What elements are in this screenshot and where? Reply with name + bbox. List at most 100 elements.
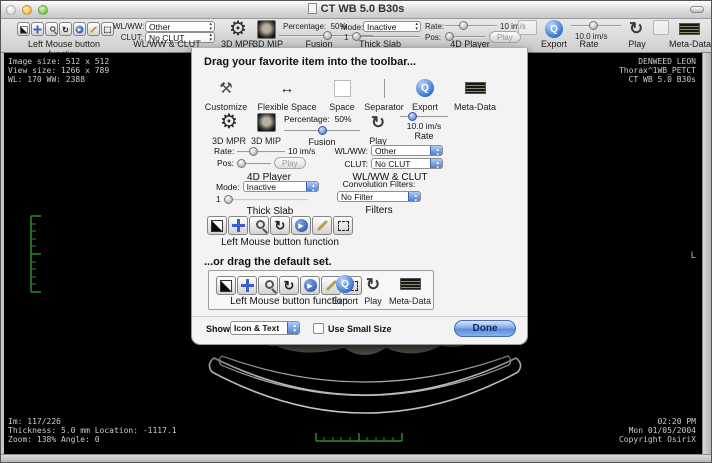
zoom-tool-button[interactable] (258, 276, 278, 295)
player4d-rate-label: Rate: (425, 22, 444, 31)
rate-slider[interactable] (571, 21, 621, 30)
gear-icon: ⚙ (229, 18, 247, 40)
thickslab-mode-popup[interactable]: Inactive (363, 21, 421, 32)
overlay-bottom-left: Im: 117/226Thickness: 5.0 mm Location: -… (8, 417, 177, 444)
length-tool-button[interactable] (312, 216, 332, 235)
rotate-tool-button[interactable]: ↻ (279, 276, 299, 295)
magnifier-icon (252, 218, 267, 233)
length-tool-button[interactable] (87, 22, 100, 36)
show-popup[interactable]: Icon & Text (230, 321, 300, 335)
zoom-tool-button[interactable] (249, 216, 269, 235)
player4d-play-button[interactable]: Play (274, 157, 306, 169)
move-icon (231, 218, 246, 233)
magnifier-icon (261, 278, 276, 293)
selection-tool-button[interactable] (333, 216, 353, 235)
mip-button[interactable] (257, 20, 276, 39)
play-circle-icon: ▶ (303, 278, 318, 293)
thickslab-slider-thumb[interactable] (224, 195, 233, 204)
gear-icon: ⚙ (220, 112, 238, 132)
cine-tool-button[interactable]: ▶ (300, 276, 320, 295)
use-small-size-label: Use Small Size (328, 324, 392, 334)
wlww-popup[interactable]: Other (145, 21, 215, 32)
orientation-marker: L (691, 251, 696, 261)
player4d-pos-slider[interactable] (237, 159, 271, 168)
palette-item-4d-player[interactable]: Rate: 10 im/s Pos: Play 4D Player (214, 146, 324, 183)
palette-item-metadata[interactable]: Meta-Data (446, 76, 504, 112)
thickslab-mode-label: Mode: (341, 23, 363, 32)
convolution-filters-label: Convolution Filters: (324, 179, 434, 189)
player4d-rate-slider[interactable] (237, 147, 285, 156)
palette-item-filters[interactable]: Convolution Filters: No Filter Filters (324, 179, 434, 216)
use-small-size-checkbox[interactable] (313, 323, 324, 334)
contrast-icon (210, 218, 225, 233)
space-icon (334, 80, 351, 97)
sheet-title: Drag your favorite item into the toolbar… (204, 56, 416, 68)
mpr-button[interactable]: ⚙ (229, 19, 247, 40)
palette-item-flexible-space[interactable]: ↔Flexible Space (254, 76, 320, 112)
toolbar-toggle-pill-button[interactable] (690, 6, 704, 13)
thickslab-mode-popup[interactable]: Inactive (243, 181, 319, 192)
play-circle-icon: ▶ (75, 24, 84, 33)
default-set-metadata[interactable]: Meta-Data (387, 274, 433, 306)
show-label: Show (206, 324, 230, 334)
palette-item-space[interactable]: Space (320, 76, 364, 112)
palette-item-play[interactable]: ↻Play (360, 110, 396, 146)
window-right-edge (702, 53, 711, 456)
contrast-tool-button[interactable] (207, 216, 227, 235)
player4d-rate-thumb[interactable] (249, 147, 258, 156)
cine-tool-button[interactable]: ▶ (73, 22, 86, 36)
rate-slider-thumb[interactable] (589, 21, 598, 30)
play-label: Play (621, 39, 653, 49)
rate-slider[interactable] (400, 112, 448, 121)
rotate-tool-button[interactable]: ↻ (59, 22, 72, 36)
player4d-rate-slider[interactable] (445, 21, 497, 30)
title-bar[interactable]: CT WB 5.0 B30s (1, 1, 711, 19)
fusion-percentage-label: Percentage: 50% (284, 114, 360, 124)
metadata-table-icon (400, 278, 421, 290)
move-tool-button[interactable] (228, 216, 248, 235)
palette-item-mip[interactable]: 3D MIP (244, 110, 288, 146)
metadata-table-icon (465, 82, 486, 94)
palette-item-thick-slab[interactable]: Mode: Inactive 1 Thick Slab (216, 181, 324, 217)
move-tool-button[interactable] (237, 276, 257, 295)
window-bottom-edge (1, 454, 711, 462)
quicktime-icon: Q (416, 79, 434, 97)
palette-item-export[interactable]: QExport (404, 76, 446, 112)
move-tool-button[interactable] (31, 22, 44, 36)
metadata-label: Meta-Data (667, 39, 712, 49)
player4d-rate-thumb[interactable] (459, 21, 468, 30)
length-icon (89, 24, 98, 33)
wlww-label: WL/WW: (334, 146, 368, 156)
play-button[interactable]: ↻ (629, 20, 643, 39)
cine-tool-button[interactable]: ▶ (291, 216, 311, 235)
clut-popup[interactable]: No CLUT (371, 158, 443, 169)
palette-item-separator[interactable]: Separator (364, 76, 404, 112)
overlay-top-left: Image size: 512 x 512View size: 1266 x 7… (8, 57, 109, 84)
wlww-popup[interactable]: Other (371, 145, 443, 156)
fusion-slider-thumb[interactable] (318, 126, 327, 135)
default-set-box[interactable]: ↻ ▶ Left Mouse button function QExport ↻… (208, 270, 434, 310)
tools-icon: ⚒ (219, 79, 232, 97)
rotate-tool-button[interactable]: ↻ (270, 216, 290, 235)
zoom-tool-button[interactable] (45, 22, 58, 36)
done-button[interactable]: Done (454, 320, 516, 337)
contrast-tool-button[interactable] (216, 276, 236, 295)
contrast-tool-button[interactable] (17, 22, 30, 36)
player4d-pos-thumb[interactable] (237, 159, 246, 168)
palette-item-customize[interactable]: ⚒Customize (198, 76, 254, 112)
palette-item-wlww-clut[interactable]: WL/WW: Other CLUT: No CLUT WL/WW & CLUT (334, 145, 446, 183)
thickslab-slider[interactable] (224, 195, 308, 204)
export-button[interactable]: Q (545, 20, 563, 38)
default-set-play[interactable]: ↻Play (357, 274, 389, 306)
default-set-title: ...or drag the default set. (204, 256, 332, 268)
player4d-pos-label: Pos: (214, 158, 234, 168)
rate-slider-thumb[interactable] (408, 112, 417, 121)
fusion-slider[interactable] (284, 126, 360, 135)
flexible-space-icon: ↔ (280, 80, 295, 97)
metadata-button[interactable] (679, 23, 700, 35)
palette-item-fusion[interactable]: Percentage: 50% Fusion (284, 114, 360, 147)
palette-item-rate[interactable]: 10.0 im/s Rate (400, 112, 448, 141)
filters-popup[interactable]: No Filter (337, 191, 421, 202)
palette-item-mouse-function[interactable]: ↻ ▶ Left Mouse button function (207, 216, 353, 248)
document-icon (308, 3, 317, 14)
